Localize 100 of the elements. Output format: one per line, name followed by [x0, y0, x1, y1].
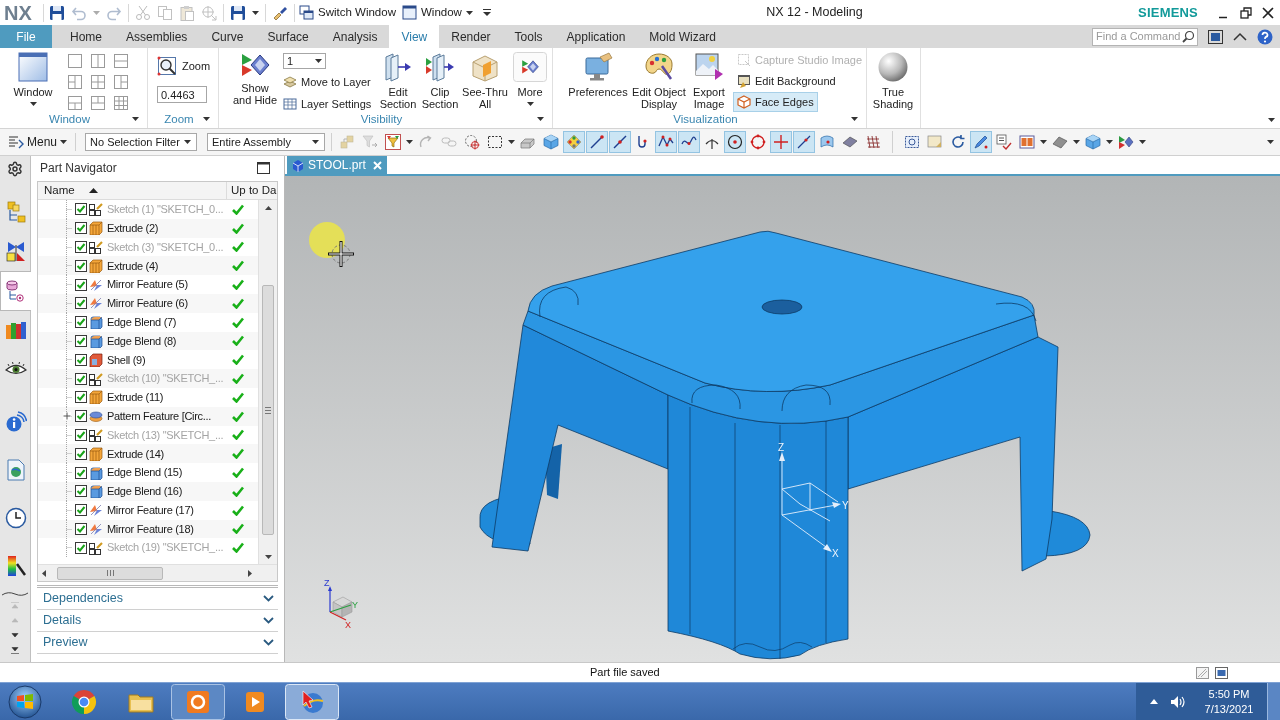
caret-icon[interactable] — [315, 59, 322, 63]
circle-center-icon[interactable] — [724, 131, 747, 153]
caret-icon[interactable] — [508, 140, 516, 144]
checkbox[interactable] — [75, 447, 87, 460]
ribbon-tab[interactable]: Surface — [255, 25, 321, 48]
rotate-icon[interactable] — [950, 134, 967, 150]
ribbon-tab[interactable]: Assemblies — [114, 25, 200, 48]
dashed-rectangle-icon[interactable] — [487, 134, 504, 150]
ribbon-button[interactable]: More — [510, 48, 550, 106]
circle-points-icon[interactable] — [750, 134, 767, 150]
ribbon-button[interactable]: Edit Object Display — [629, 48, 689, 110]
chevron-up-icon[interactable] — [1233, 32, 1247, 41]
ribbon-button[interactable]: Clip Section — [419, 48, 461, 110]
ribbon-button[interactable]: Move to Layer — [283, 74, 375, 91]
fit-view-icon[interactable] — [904, 134, 921, 150]
zoom-scale-field[interactable]: 0.4463 — [157, 86, 207, 103]
ribbon-button[interactable]: Window — [8, 48, 58, 106]
ribbon-button[interactable]: Show and Hide — [229, 48, 281, 106]
scrollbar-thumb[interactable] — [57, 566, 163, 580]
checkbox[interactable] — [75, 466, 87, 479]
checkbox[interactable] — [75, 222, 87, 235]
caret-icon[interactable] — [1040, 140, 1048, 144]
ribbon-button[interactable]: Preferences — [567, 48, 629, 98]
assembly-scope-dropdown[interactable]: Entire Assembly — [207, 133, 326, 151]
help-icon[interactable] — [1257, 28, 1273, 45]
two-columns-icon[interactable] — [91, 54, 105, 68]
group-launcher-icon[interactable] — [132, 117, 139, 121]
command-search-field[interactable]: Find a Command — [1092, 27, 1198, 46]
maximize-icon[interactable] — [257, 162, 270, 174]
ribbon-button[interactable]: Edit Section — [377, 48, 419, 110]
ribbon-tab[interactable]: Analysis — [320, 25, 390, 48]
ribbon-button[interactable]: Export Image — [689, 48, 729, 110]
checkbox[interactable] — [75, 278, 87, 291]
checkbox[interactable] — [75, 391, 87, 404]
menu-button[interactable]: Menu — [8, 133, 68, 151]
checkbox[interactable] — [75, 316, 87, 329]
line-midpoint-icon[interactable] — [609, 131, 632, 153]
resource-tab[interactable] — [0, 271, 31, 311]
stool-model-drawing[interactable] — [479, 230, 1091, 660]
caret-icon[interactable] — [526, 102, 534, 106]
ring-tile-icon[interactable] — [170, 683, 225, 720]
group-launcher-icon[interactable] — [537, 117, 544, 121]
scroll-left-arrow-icon[interactable] — [42, 569, 46, 577]
switch-window-button[interactable]: Switch Window — [299, 3, 396, 22]
start-orb-icon[interactable] — [8, 684, 42, 719]
plane-icon[interactable] — [842, 134, 859, 150]
layer-dropdown[interactable]: 1 — [283, 53, 326, 69]
checkbox[interactable] — [75, 522, 87, 535]
ribbon-tab[interactable]: Application — [554, 25, 638, 48]
split-bottom-icon[interactable] — [68, 96, 82, 110]
caret-icon[interactable] — [312, 140, 320, 144]
checkbox[interactable] — [75, 297, 87, 310]
tree-row[interactable]: Extrude (14) — [38, 444, 258, 464]
column-header[interactable]: Name — [38, 182, 227, 199]
line-endpoint-icon[interactable] — [586, 131, 609, 153]
caret-icon[interactable] — [1106, 140, 1114, 144]
caret-icon[interactable] — [1268, 118, 1275, 122]
ribbon-tab[interactable]: Tools — [502, 25, 555, 48]
caret-icon[interactable] — [406, 140, 414, 144]
ribbon-button[interactable]: Layer Settings — [283, 95, 375, 112]
checkbox[interactable] — [75, 428, 87, 441]
four-panes-icon[interactable] — [91, 75, 105, 89]
checkbox[interactable] — [75, 372, 87, 385]
curved-face-icon[interactable] — [819, 134, 836, 150]
ribbon-toggle[interactable]: Face Edges — [733, 92, 818, 112]
graphics-viewport[interactable]: Z Y X Z Y X — [285, 176, 1280, 662]
scroll-up-arrow-icon[interactable] — [264, 206, 272, 210]
caret-icon[interactable] — [465, 10, 473, 15]
brush-icon[interactable] — [272, 4, 288, 21]
checkbox[interactable] — [75, 504, 87, 517]
hatch-square-icon[interactable] — [1196, 666, 1209, 679]
ribbon-tab[interactable]: Render — [439, 25, 503, 48]
customize-caret-icon[interactable] — [482, 9, 491, 16]
triangles-diamond-icon[interactable] — [1118, 134, 1135, 150]
wave-curve-icon[interactable] — [678, 131, 701, 153]
checkbox[interactable] — [75, 485, 87, 498]
close-icon[interactable] — [1262, 6, 1274, 19]
vertical-scrollbar[interactable] — [258, 200, 277, 564]
grid-icon[interactable] — [865, 134, 882, 150]
cube-icon[interactable] — [543, 134, 560, 150]
pencil-icon[interactable] — [970, 131, 993, 153]
speaker-icon[interactable] — [1170, 694, 1186, 709]
ribbon-tab[interactable]: View — [389, 25, 440, 48]
section-header[interactable]: Preview — [37, 632, 278, 654]
zoom-button[interactable]: Zoom — [157, 56, 211, 76]
scrollbar-thumb[interactable] — [262, 285, 274, 535]
checkbox[interactable] — [75, 353, 87, 366]
target-icon[interactable] — [464, 134, 481, 150]
funnel-icon[interactable] — [385, 134, 402, 150]
triangle-down-icon[interactable] — [11, 631, 19, 639]
caret-icon[interactable] — [184, 140, 192, 144]
single-pane-icon[interactable] — [68, 54, 82, 68]
group-launcher-icon[interactable] — [851, 117, 858, 121]
checkbox[interactable] — [75, 241, 87, 253]
two-rows-icon[interactable] — [114, 54, 128, 68]
split-left-icon[interactable] — [68, 75, 82, 89]
caret-icon[interactable] — [60, 140, 68, 144]
slash-point-icon[interactable] — [793, 131, 816, 153]
caret-icon[interactable] — [1267, 140, 1274, 144]
ribbon-toggle[interactable]: Edit Background — [733, 71, 840, 91]
